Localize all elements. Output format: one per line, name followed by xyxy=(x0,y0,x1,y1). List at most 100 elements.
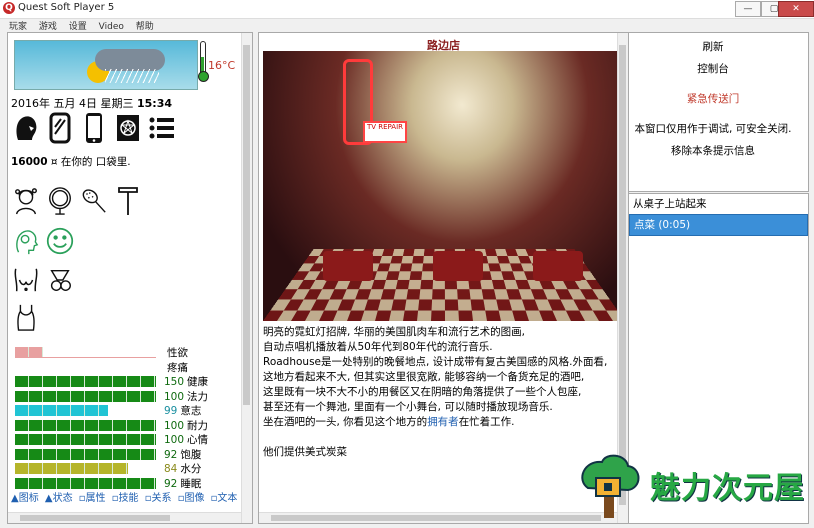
stat-row: 150 健康 xyxy=(15,374,240,389)
money-display: 16000 ¤ 在你的 口袋里. xyxy=(11,154,131,169)
cloud-icon xyxy=(95,49,165,71)
tab-skills[interactable]: ▫技能 xyxy=(112,493,139,504)
app-logo-icon: Q xyxy=(3,2,15,14)
menu-item-video[interactable]: Video xyxy=(99,22,124,32)
tab-images[interactable]: ▫图像 xyxy=(178,493,205,504)
stat-row: 疼痛 xyxy=(15,360,240,375)
watermark-logo: 魅力次元屋 xyxy=(574,450,805,520)
tab-text[interactable]: ▫文本 xyxy=(211,493,238,504)
stat-label: 92 饱腹 xyxy=(164,447,201,462)
menu-bar: 玩家 游戏 设置 Video 帮助 xyxy=(0,19,814,32)
minimize-button[interactable]: — xyxy=(735,1,761,17)
stat-bar xyxy=(15,419,156,431)
stat-name: 睡眠 xyxy=(180,477,202,490)
stat-bar-fill xyxy=(15,376,156,387)
description-line-owner: 坐在酒吧的一头, 你看见这个地方的拥有者在忙着工作. xyxy=(263,415,623,430)
owner-link[interactable]: 拥有者 xyxy=(427,416,459,428)
bottom-tabs: ▲图标 ▲状态 ▫属性 ▫技能 ▫关系 ▫图像 ▫文本 xyxy=(11,489,240,504)
stat-label: 100 法力 xyxy=(164,389,208,404)
stat-row: 99 意志 xyxy=(15,403,240,418)
hairbrush-icon[interactable] xyxy=(80,185,108,217)
stat-label: 性欲 xyxy=(164,345,188,360)
stat-label: 99 意志 xyxy=(164,403,201,418)
stat-value: 84 xyxy=(164,463,178,475)
spellbook-icon[interactable] xyxy=(114,112,142,144)
stat-bar xyxy=(15,362,156,373)
close-button[interactable]: ✕ xyxy=(778,1,814,17)
stat-label: 100 心情 xyxy=(164,432,208,447)
mood-smiley-icon[interactable] xyxy=(46,225,74,257)
action-icon-row-2 xyxy=(12,225,74,257)
body-torso-icon[interactable] xyxy=(12,264,40,296)
stat-value: 100 xyxy=(164,434,185,446)
description-line: 明亮的霓虹灯招牌, 华丽的美国肌肉车和流行艺术的图画, xyxy=(263,326,526,338)
menu-list-icon[interactable] xyxy=(148,112,176,144)
emergency-teleport-link[interactable]: 紧急传送门 xyxy=(629,91,797,106)
owner-line-post: 在忙着工作. xyxy=(458,416,515,428)
stat-row: 92 饱腹 xyxy=(15,447,240,462)
menu-item-settings[interactable]: 设置 xyxy=(69,22,87,32)
tab-icons[interactable]: ▲图标 xyxy=(11,493,39,504)
tab-relations[interactable]: ▫关系 xyxy=(145,493,172,504)
stat-value: 92 xyxy=(164,477,178,490)
hair-wash-icon[interactable] xyxy=(12,185,40,217)
action-icon-row-3 xyxy=(12,264,74,296)
stat-bar xyxy=(15,405,156,416)
menu-item-help[interactable]: 帮助 xyxy=(136,22,154,32)
refresh-link[interactable]: 刷新 xyxy=(629,39,797,54)
stat-bar xyxy=(15,463,156,474)
stat-label: 100 耐力 xyxy=(164,418,208,433)
description-line: 这地方看起来不大, 但其实这里很宽敞, 能够容纳一个备货充足的酒吧, xyxy=(263,371,585,383)
watermark-text: 魅力次元屋 xyxy=(650,471,805,506)
character-head-icon[interactable] xyxy=(12,112,40,144)
temperature-value: 16°C xyxy=(208,59,236,72)
menu-item-player[interactable]: 玩家 xyxy=(9,22,27,32)
menu-item-game[interactable]: 游戏 xyxy=(39,22,57,32)
tab-attributes[interactable]: ▫属性 xyxy=(79,493,106,504)
stat-label: 84 水分 xyxy=(164,461,201,476)
tab-status[interactable]: ▲状态 xyxy=(45,493,73,504)
stat-bar-fill xyxy=(15,463,128,474)
stat-bar xyxy=(15,477,156,489)
action-stand-up[interactable]: 从桌子上站起来 xyxy=(629,194,808,214)
stat-name: 法力 xyxy=(187,390,209,403)
left-scrollbar[interactable] xyxy=(241,33,252,523)
stat-value: 150 xyxy=(164,376,185,388)
description-line: 甚至还有一个舞池, 里面有一个小舞台, 可以随时播放现场音乐. xyxy=(263,401,553,413)
stat-label: 疼痛 xyxy=(164,360,188,375)
stat-row: 92 睡眠 xyxy=(15,476,240,491)
action-order-food[interactable]: 点菜 (0:05) xyxy=(629,214,808,236)
rain-icon xyxy=(105,69,159,83)
stat-name: 意志 xyxy=(180,405,202,417)
action-icon-row-1 xyxy=(12,185,142,217)
console-link[interactable]: 控制台 xyxy=(629,61,797,76)
stats-list: 性欲 疼痛 150 健康 100 法力 99 意志 100 耐力 100 心情 92 饱腹 84 水分 92 睡眠 xyxy=(15,345,240,490)
underwear-icon[interactable] xyxy=(46,264,74,296)
phone-icon[interactable] xyxy=(80,112,108,144)
middle-horizontal-scrollbar[interactable] xyxy=(259,512,617,523)
stat-bar-fill xyxy=(15,419,156,431)
mind-head-icon[interactable] xyxy=(12,225,40,257)
stat-bar-fill xyxy=(15,434,156,445)
stat-bar-fill xyxy=(15,390,156,402)
stat-name: 水分 xyxy=(180,463,202,475)
stat-name: 性欲 xyxy=(167,347,188,359)
scene-description: 明亮的霓虹灯招牌, 华丽的美国肌肉车和流行艺术的图画, 自动点唱机播放着从50年… xyxy=(263,325,623,460)
stat-bar xyxy=(15,376,156,387)
wardrobe-mirror-icon[interactable] xyxy=(46,112,74,144)
money-text: ¤ 在你的 口袋里. xyxy=(47,156,131,168)
makeup-mirror-icon[interactable] xyxy=(46,185,74,217)
date-text: 2016年 五月 4日 星期三 xyxy=(11,97,137,110)
top-clothing-icon[interactable] xyxy=(12,301,40,333)
stat-bar-fill xyxy=(15,448,156,460)
razor-icon[interactable] xyxy=(114,185,142,217)
stat-bar xyxy=(15,390,156,402)
treehouse-logo-icon xyxy=(581,454,640,518)
title-bar: Q Quest Soft Player 5 — ▢ ✕ xyxy=(0,0,814,19)
stat-name: 耐力 xyxy=(187,419,209,432)
stat-row: 100 法力 xyxy=(15,389,240,404)
remove-notice-link[interactable]: 移除本条提示信息 xyxy=(629,143,797,158)
left-horizontal-scrollbar[interactable] xyxy=(8,512,241,523)
debug-panel: 刷新 控制台 紧急传送门 本窗口仅用作于调试, 可安全关闭. 移除本条提示信息 xyxy=(628,32,809,192)
time-text: 15:34 xyxy=(136,97,172,110)
